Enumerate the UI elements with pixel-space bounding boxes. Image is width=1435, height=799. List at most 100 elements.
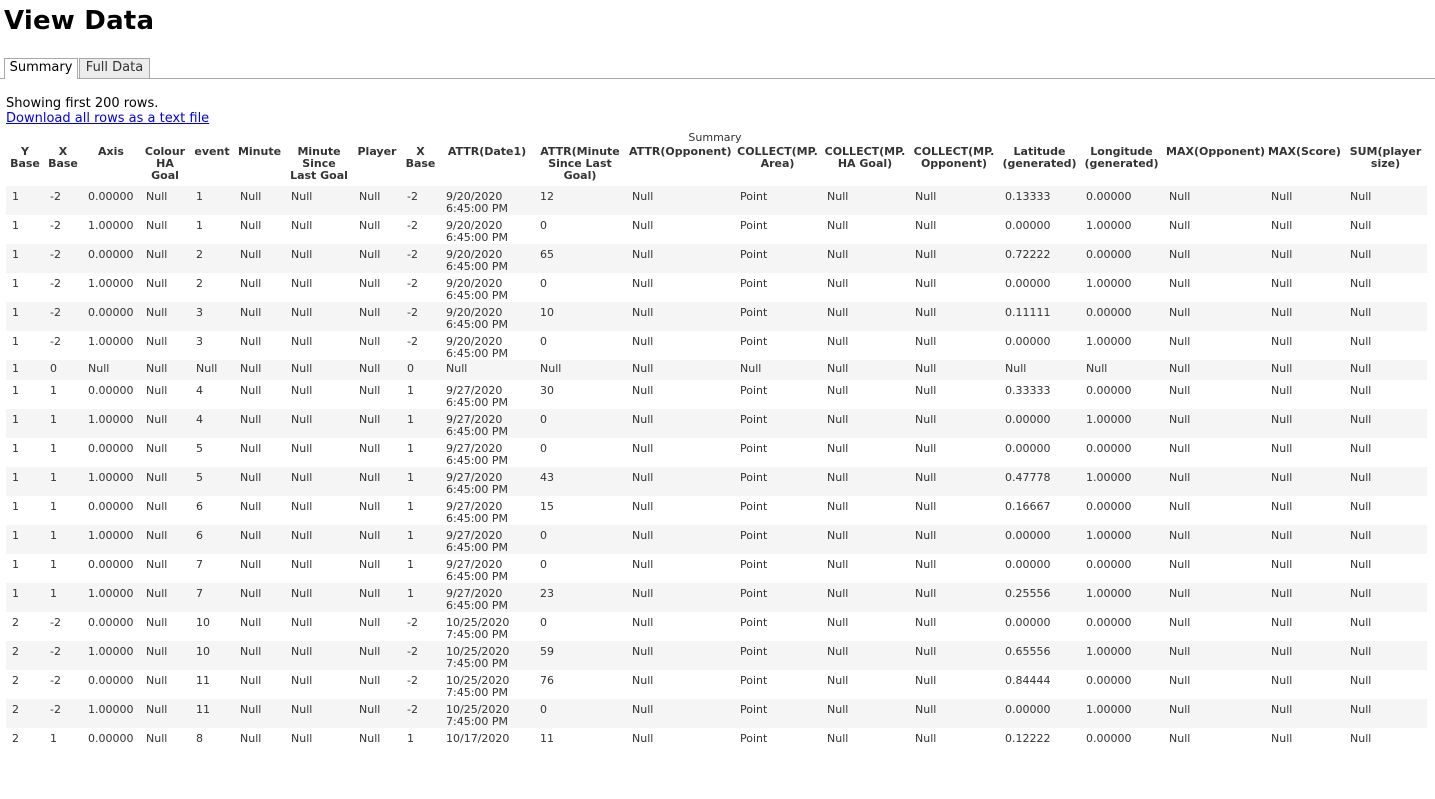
table-row[interactable]: 1 1 1.00000 Null 7 Null Null Null 1 9/27/2020 6:45… [6, 583, 1427, 612]
table-cell: 0 [534, 438, 626, 467]
download-link[interactable]: Download all rows as a text file [6, 111, 209, 126]
table-cell: Null [1344, 215, 1427, 244]
table-cell: Null [140, 244, 190, 273]
table-cell: Null [1344, 670, 1427, 699]
table-row[interactable]: 1 0 Null Null Null Null Null Null 0 Null Null Null N… [6, 360, 1427, 380]
column-header-label: Player [357, 145, 397, 158]
table-cell: Null [1344, 244, 1427, 273]
table-row[interactable]: 1 1 0.00000 Null 7 Null Null Null 1 9/27/2020 6:45… [6, 554, 1427, 583]
table-cell: Null [1163, 641, 1265, 670]
cell-line: 6:45:00 PM [446, 396, 509, 409]
column-header[interactable]: Axis [82, 146, 140, 186]
table-cell: 1.00000 [1080, 583, 1163, 612]
column-header[interactable]: event [190, 146, 234, 186]
column-header[interactable]: Colour HA Goal [140, 146, 190, 186]
table-cell: 8 [190, 728, 234, 755]
table-row[interactable]: 1 -2 0.00000 Null 1 Null Null Null -2 9/20/2020 6:… [6, 186, 1427, 215]
table-row[interactable]: 1 1 0.00000 Null 5 Null Null Null 1 9/27/2020 6:45… [6, 438, 1427, 467]
table-row[interactable]: 2 -2 0.00000 Null 11 Null Null Null -2 10/25/2020… [6, 670, 1427, 699]
table-cell: Null [1344, 438, 1427, 467]
column-header[interactable]: COLLECT(MP. Area) [734, 146, 821, 186]
table-row[interactable]: 1 1 0.00000 Null 4 Null Null Null 1 9/27/2020 6:45… [6, 380, 1427, 409]
table-cell: Null [353, 467, 401, 496]
table-row[interactable]: 2 -2 0.00000 Null 10 Null Null Null -2 10/25/2020… [6, 612, 1427, 641]
column-header[interactable]: MAX(Opponent) [1163, 146, 1265, 186]
table-cell: Null [821, 215, 909, 244]
table-cell: 0.00000 [1080, 302, 1163, 331]
table-cell: Null [1265, 215, 1344, 244]
table-cell: Null [353, 525, 401, 554]
table-cell: Null [626, 380, 734, 409]
table-cell: 1.00000 [82, 699, 140, 728]
table-row[interactable]: 1 1 0.00000 Null 6 Null Null Null 1 9/27/2020 6:45… [6, 496, 1427, 525]
table-cell: Null [909, 670, 999, 699]
table-row[interactable]: 1 -2 1.00000 Null 3 Null Null Null -2 9/20/2020 6:… [6, 331, 1427, 360]
table-cell: Null [909, 331, 999, 360]
column-header[interactable]: Longitude (generated) [1080, 146, 1163, 186]
column-header-label: Goal) [563, 169, 597, 182]
table-cell: 11 [190, 699, 234, 728]
table-cell: 9/27/2020 6:45:00 PM [440, 380, 534, 409]
table-cell: 30 [534, 380, 626, 409]
table-cell: 1 [6, 244, 44, 273]
table-cell: Null [140, 728, 190, 755]
column-header[interactable]: X Base [401, 146, 440, 186]
column-header[interactable]: Minute Since Last Goal [285, 146, 353, 186]
column-header[interactable]: Player [353, 146, 401, 186]
table-cell: 9/20/2020 6:45:00 PM [440, 244, 534, 273]
table-cell: 1 [6, 554, 44, 583]
table-cell: 1 [44, 496, 82, 525]
table-cell: 0.00000 [999, 525, 1080, 554]
column-header[interactable]: MAX(Score) [1265, 146, 1344, 186]
column-header[interactable]: ATTR(Minute Since Last Goal) [534, 146, 626, 186]
table-cell: Null [821, 409, 909, 438]
table-cell: Null [626, 525, 734, 554]
table-row[interactable]: 2 1 0.00000 Null 8 Null Null Null 1 10/17/2020 11 N… [6, 728, 1427, 755]
column-header-label: Area) [760, 157, 795, 170]
table-cell: Null [140, 438, 190, 467]
table-row[interactable]: 2 -2 1.00000 Null 10 Null Null Null -2 10/25/2020… [6, 641, 1427, 670]
table-cell: 1 [6, 186, 44, 215]
table-cell: 0.65556 [999, 641, 1080, 670]
table-row[interactable]: 1 1 1.00000 Null 6 Null Null Null 1 9/27/2020 6:45… [6, 525, 1427, 554]
table-cell: Null [234, 583, 285, 612]
column-header[interactable]: ATTR(Opponent) [626, 146, 734, 186]
column-header[interactable]: COLLECT(MP. HA Goal) [821, 146, 909, 186]
table-row[interactable]: 2 -2 1.00000 Null 11 Null Null Null -2 10/25/2020… [6, 699, 1427, 728]
table-cell: Null [285, 438, 353, 467]
column-header[interactable]: SUM(player size) [1344, 146, 1427, 186]
table-cell: 1 [44, 438, 82, 467]
table-row[interactable]: 1 -2 0.00000 Null 3 Null Null Null -2 9/20/2020 6:… [6, 302, 1427, 331]
column-header[interactable]: X Base [44, 146, 82, 186]
table-row[interactable]: 1 1 1.00000 Null 5 Null Null Null 1 9/27/2020 6:45… [6, 467, 1427, 496]
table-cell: 0.00000 [1080, 612, 1163, 641]
table-cell: Null [285, 409, 353, 438]
table-cell: 1 [401, 467, 440, 496]
table-row[interactable]: 1 1 1.00000 Null 4 Null Null Null 1 9/27/2020 6:45… [6, 409, 1427, 438]
table-row[interactable]: 1 -2 1.00000 Null 1 Null Null Null -2 9/20/2020 6:… [6, 215, 1427, 244]
table-cell: Null [1265, 360, 1344, 380]
cell-line: 6:45:00 PM [446, 318, 509, 331]
column-header[interactable]: ATTR(Date1) [440, 146, 534, 186]
tab-summary[interactable]: Summary [4, 58, 78, 79]
table-cell: 2 [6, 670, 44, 699]
table-row[interactable]: 1 -2 0.00000 Null 2 Null Null Null -2 9/20/2020 6:… [6, 244, 1427, 273]
table-cell: 12 [534, 186, 626, 215]
table-cell: Null [190, 360, 234, 380]
table-cell: Null [285, 728, 353, 755]
table-cell: -2 [44, 244, 82, 273]
column-header-label: event [194, 145, 230, 158]
tab-full-data[interactable]: Full Data [79, 58, 150, 78]
table-cell: 0 [534, 699, 626, 728]
column-header[interactable]: Latitude (generated) [999, 146, 1080, 186]
table-cell: 10/25/2020 7:45:00 PM [440, 612, 534, 641]
table-cell: Null [909, 186, 999, 215]
table-cell: -2 [401, 612, 440, 641]
column-header[interactable]: COLLECT(MP. Opponent) [909, 146, 999, 186]
table-cell: Null [1344, 186, 1427, 215]
column-header[interactable]: Minute [234, 146, 285, 186]
table-cell: Null [353, 409, 401, 438]
table-row[interactable]: 1 -2 1.00000 Null 2 Null Null Null -2 9/20/2020 6:… [6, 273, 1427, 302]
table-cell: Null [1265, 273, 1344, 302]
column-header[interactable]: Y Base [6, 146, 44, 186]
